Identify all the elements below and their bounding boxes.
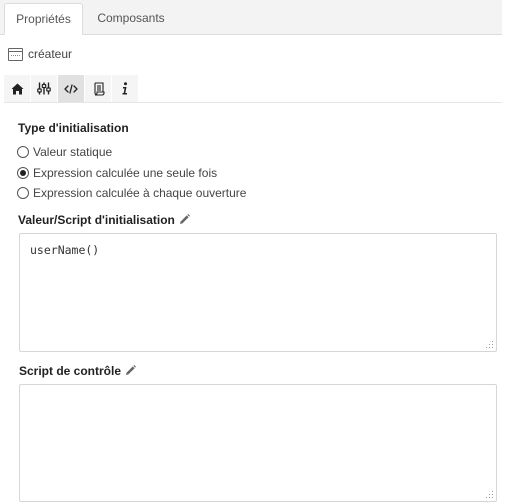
init-script-code: userName() bbox=[30, 243, 100, 257]
control-script-label-row: Script de contrôle bbox=[19, 364, 137, 378]
init-type-label: Type d'initialisation bbox=[18, 121, 129, 135]
toolbar-info-button[interactable] bbox=[112, 75, 139, 102]
init-script-editor[interactable]: userName() bbox=[19, 233, 497, 352]
resize-handle-icon[interactable] bbox=[486, 491, 494, 499]
radio-expression-once[interactable]: Expression calculée une seule fois bbox=[17, 165, 217, 181]
script-icon bbox=[93, 81, 105, 96]
property-toolbar bbox=[4, 75, 502, 103]
home-icon bbox=[11, 83, 23, 94]
code-icon bbox=[64, 83, 78, 94]
window-icon bbox=[8, 47, 23, 61]
radio-label: Expression calculée à chaque ouverture bbox=[33, 186, 247, 200]
tab-components[interactable]: Composants bbox=[85, 3, 177, 35]
radio-static-value[interactable]: Valeur statique bbox=[17, 144, 112, 160]
radio-button[interactable] bbox=[17, 146, 29, 158]
control-script-editor[interactable] bbox=[19, 384, 497, 502]
tab-properties[interactable]: Propriétés bbox=[4, 3, 83, 35]
radio-expression-each-open[interactable]: Expression calculée à chaque ouverture bbox=[17, 185, 246, 201]
pencil-icon[interactable] bbox=[125, 365, 137, 376]
init-script-label: Valeur/Script d'initialisation bbox=[18, 213, 175, 227]
toolbar-home-button[interactable] bbox=[4, 75, 31, 102]
toolbar-script-button[interactable] bbox=[85, 75, 112, 102]
pencil-icon[interactable] bbox=[179, 214, 190, 225]
init-script-label-row: Valeur/Script d'initialisation bbox=[18, 213, 190, 227]
radio-button[interactable] bbox=[17, 187, 29, 199]
toolbar-sliders-button[interactable] bbox=[31, 75, 58, 102]
sliders-icon bbox=[37, 82, 51, 95]
component-name: créateur bbox=[28, 47, 73, 61]
component-header: créateur bbox=[8, 45, 72, 63]
toolbar-code-button[interactable] bbox=[58, 75, 85, 102]
info-icon bbox=[122, 82, 127, 95]
tab-bar: Propriétés Composants bbox=[0, 0, 502, 35]
radio-label: Expression calculée une seule fois bbox=[33, 166, 218, 180]
radio-label: Valeur statique bbox=[33, 145, 113, 159]
control-script-label: Script de contrôle bbox=[19, 364, 122, 378]
resize-handle-icon[interactable] bbox=[486, 341, 494, 349]
radio-button[interactable] bbox=[17, 167, 29, 179]
